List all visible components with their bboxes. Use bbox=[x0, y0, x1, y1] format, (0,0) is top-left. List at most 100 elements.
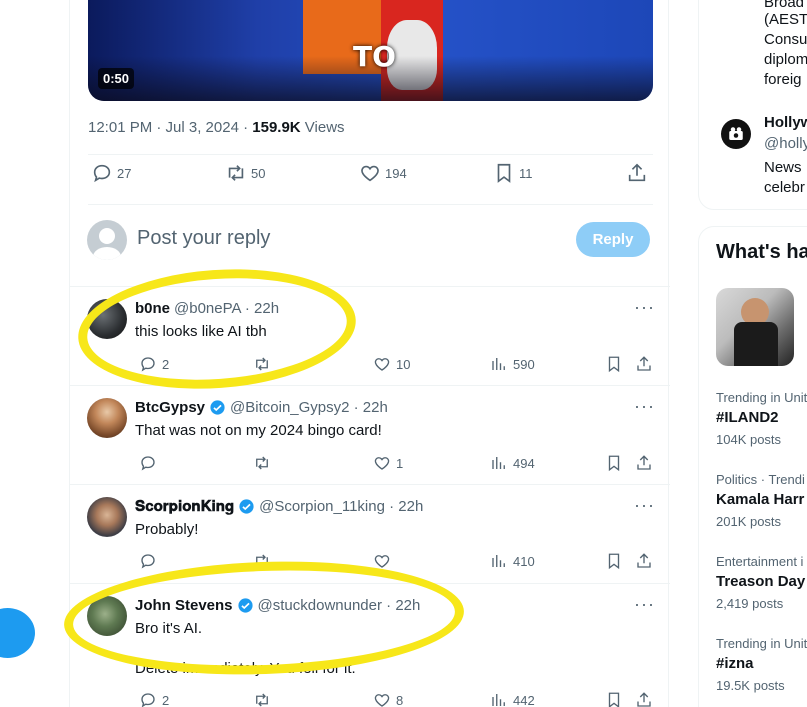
trend-thumbnail[interactable] bbox=[716, 288, 794, 366]
trend-count: 19.5K posts bbox=[716, 678, 785, 693]
views-action[interactable]: 590 bbox=[490, 355, 535, 373]
views-action[interactable]: 410 bbox=[490, 552, 535, 570]
views-action[interactable]: 442 bbox=[490, 691, 535, 707]
reply-tweet[interactable]: John Stevens @stuckdownunder · 22h ··· B… bbox=[70, 583, 670, 707]
trend-name[interactable]: #izna bbox=[716, 655, 754, 672]
reply-action[interactable]: 2 bbox=[139, 355, 169, 373]
reply-icon bbox=[93, 164, 111, 183]
whats-happening-title: What's ha bbox=[716, 241, 807, 263]
tweet-header: BtcGypsy @Bitcoin_Gypsy2 · 22h bbox=[135, 399, 388, 416]
tweet-header: b0ne @b0nePA · 22h bbox=[135, 300, 279, 317]
bookmark-action[interactable] bbox=[605, 355, 623, 373]
repost-action[interactable] bbox=[253, 691, 271, 707]
like-action[interactable]: 10 bbox=[373, 355, 410, 373]
reply-tweet[interactable]: BtcGypsy @Bitcoin_Gypsy2 · 22h ··· That … bbox=[70, 385, 670, 484]
avatar[interactable] bbox=[87, 596, 127, 636]
display-name[interactable]: BtcGypsy bbox=[135, 399, 205, 416]
like-action[interactable]: 194 bbox=[359, 162, 407, 184]
display-name[interactable]: b0ne bbox=[135, 300, 170, 317]
reply-action[interactable]: 2 bbox=[139, 691, 169, 707]
handle[interactable]: @Scorpion_11king · 22h bbox=[259, 498, 423, 515]
share-action[interactable] bbox=[635, 691, 653, 707]
trend-count: 2,419 posts bbox=[716, 596, 784, 611]
handle[interactable]: @stuckdownunder · 22h bbox=[258, 597, 421, 614]
trend-name[interactable]: Kamala Harr bbox=[716, 491, 804, 508]
more-icon[interactable]: ··· bbox=[634, 297, 655, 318]
share-icon bbox=[637, 553, 651, 568]
share-action[interactable] bbox=[626, 162, 648, 184]
tweet-text: That was not on my 2024 bingo card! bbox=[135, 422, 382, 439]
reply-count: 2 bbox=[162, 692, 170, 707]
trend-name[interactable]: #ILAND2 bbox=[716, 409, 779, 426]
reply-icon bbox=[141, 693, 155, 707]
compose-button[interactable] bbox=[0, 608, 35, 658]
reply-action[interactable] bbox=[139, 454, 157, 472]
right-sidebar: Broad (AEST Consu diplom foreig Hollyw @… bbox=[698, 0, 807, 707]
like-action[interactable] bbox=[373, 552, 391, 570]
share-action[interactable] bbox=[635, 355, 653, 373]
handle[interactable]: @b0nePA · 22h bbox=[174, 300, 279, 317]
view-count: 410 bbox=[513, 553, 535, 569]
verified-badge-icon bbox=[239, 499, 254, 514]
verified-badge-icon bbox=[210, 400, 225, 415]
reply-button[interactable]: Reply bbox=[576, 222, 650, 257]
avatar[interactable] bbox=[87, 299, 127, 339]
handle[interactable]: @Bitcoin_Gypsy2 · 22h bbox=[230, 399, 388, 416]
like-action[interactable]: 8 bbox=[373, 691, 403, 707]
account-avatar[interactable] bbox=[721, 119, 751, 149]
heart-icon bbox=[374, 694, 390, 707]
trend-name[interactable]: Treason Day bbox=[716, 573, 805, 590]
like-count: 10 bbox=[396, 356, 411, 372]
avatar[interactable] bbox=[87, 398, 127, 438]
display-name[interactable]: 𝐒𝐜𝐨𝐫𝐩𝐢𝐨𝐧𝐊𝐢𝐧𝐠 bbox=[135, 498, 234, 515]
bookmark-icon bbox=[608, 553, 620, 570]
repost-action[interactable] bbox=[253, 454, 271, 472]
view-count: 442 bbox=[513, 692, 535, 707]
repost-action[interactable]: 50 bbox=[225, 162, 265, 184]
repost-action[interactable] bbox=[253, 355, 271, 373]
repost-action[interactable] bbox=[253, 552, 271, 570]
reply-icon bbox=[141, 456, 155, 471]
reply-input[interactable]: Post your reply bbox=[137, 227, 270, 250]
analytics-icon bbox=[492, 358, 505, 370]
bookmark-icon bbox=[608, 455, 620, 472]
trend-count: 201K posts bbox=[716, 514, 782, 529]
account-name[interactable]: Hollyw bbox=[764, 114, 807, 131]
tweet-text: Bro it's AI. Delete immediately. You fel… bbox=[135, 619, 356, 679]
bookmark-count: 11 bbox=[519, 165, 533, 181]
bookmark-action[interactable] bbox=[605, 691, 623, 707]
like-action[interactable]: 1 bbox=[373, 454, 403, 472]
reply-tweet[interactable]: 𝐒𝐜𝐨𝐫𝐩𝐢𝐨𝐧𝐊𝐢𝐧𝐠 @Scorpion_11king · 22h ··· … bbox=[70, 484, 670, 583]
post-timestamp[interactable]: 12:01 PM · Jul 3, 2024 · bbox=[88, 119, 252, 136]
repost-icon bbox=[256, 693, 268, 707]
more-icon[interactable]: ··· bbox=[634, 594, 655, 615]
tweet-text: this looks like AI tbh bbox=[135, 323, 267, 340]
reply-tweet[interactable]: b0ne @b0nePA · 22h ··· this looks like A… bbox=[70, 286, 670, 385]
avatar[interactable] bbox=[87, 497, 127, 537]
trend-context: Trending in Unit bbox=[716, 636, 807, 651]
reply-action[interactable]: 27 bbox=[91, 162, 131, 184]
heart-icon bbox=[374, 555, 390, 568]
repost-icon bbox=[256, 456, 268, 470]
display-name[interactable]: John Stevens bbox=[135, 597, 233, 614]
user-avatar[interactable] bbox=[87, 220, 127, 260]
reply-action[interactable] bbox=[139, 552, 157, 570]
more-icon[interactable]: ··· bbox=[634, 495, 655, 516]
video-duration: 0:50 bbox=[98, 68, 135, 89]
share-action[interactable] bbox=[635, 454, 653, 472]
bookmark-action[interactable] bbox=[605, 552, 623, 570]
trend-count: 104K posts bbox=[716, 432, 782, 447]
like-count: 8 bbox=[396, 692, 404, 707]
video-player[interactable]: TO 0:50 bbox=[88, 0, 653, 101]
repost-count: 50 bbox=[251, 165, 266, 181]
views-action[interactable]: 494 bbox=[490, 454, 535, 472]
account-handle[interactable]: @holly bbox=[764, 135, 807, 152]
reply-count: 27 bbox=[117, 165, 132, 181]
share-action[interactable] bbox=[635, 552, 653, 570]
more-icon[interactable]: ··· bbox=[634, 396, 655, 417]
tweet-text: Probably! bbox=[135, 521, 199, 538]
card-text-line: foreig bbox=[764, 71, 802, 88]
bookmark-icon bbox=[608, 356, 620, 373]
bookmark-action[interactable] bbox=[605, 454, 623, 472]
bookmark-action[interactable]: 11 bbox=[493, 162, 533, 184]
